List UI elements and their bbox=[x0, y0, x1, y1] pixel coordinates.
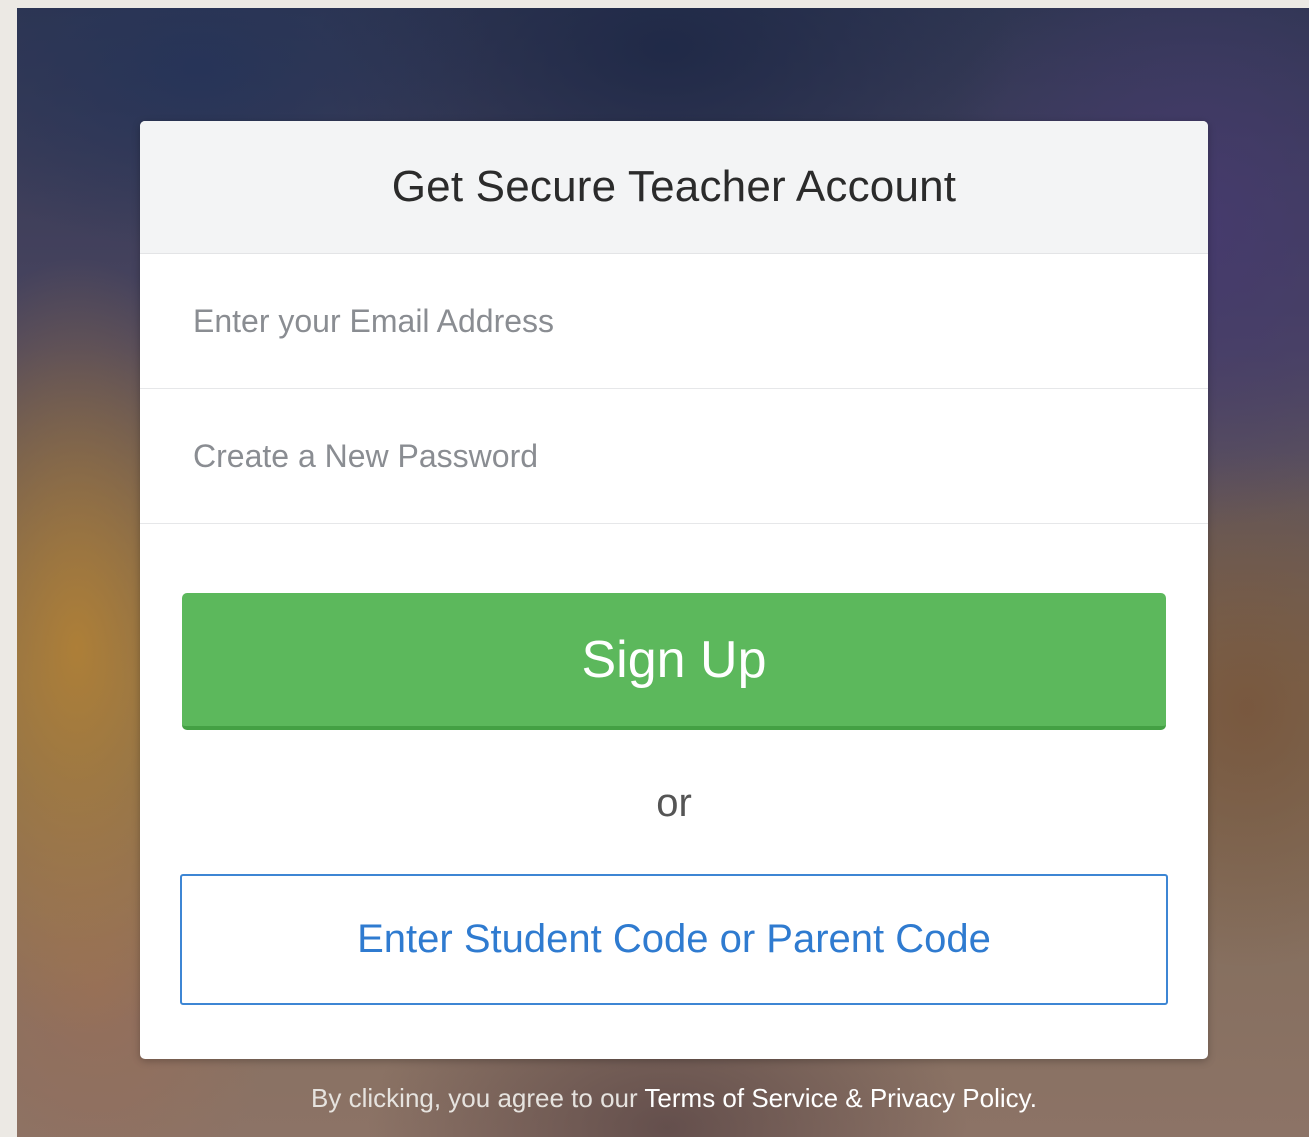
card-header: Get Secure Teacher Account bbox=[140, 121, 1208, 254]
terms-notice-prefix: By clicking, you agree to our bbox=[311, 1083, 645, 1113]
privacy-policy-link[interactable]: Privacy Policy bbox=[870, 1083, 1030, 1113]
terms-notice-suffix: . bbox=[1029, 1083, 1037, 1113]
enter-student-or-parent-code-button[interactable]: Enter Student Code or Parent Code bbox=[180, 874, 1168, 1005]
signup-card: Get Secure Teacher Account Sign Up or En… bbox=[140, 121, 1208, 1059]
password-field-row bbox=[140, 389, 1208, 524]
terms-of-service-link[interactable]: Terms of Service bbox=[644, 1083, 838, 1113]
terms-separator: & bbox=[838, 1083, 870, 1113]
email-field-row bbox=[140, 254, 1208, 389]
or-divider-text: or bbox=[656, 781, 692, 825]
card-title: Get Secure Teacher Account bbox=[391, 162, 957, 211]
terms-notice: By clicking, you agree to our Terms of S… bbox=[140, 1083, 1208, 1114]
email-input[interactable] bbox=[140, 254, 1208, 388]
password-input[interactable] bbox=[140, 389, 1208, 523]
sign-up-button[interactable]: Sign Up bbox=[182, 593, 1166, 730]
